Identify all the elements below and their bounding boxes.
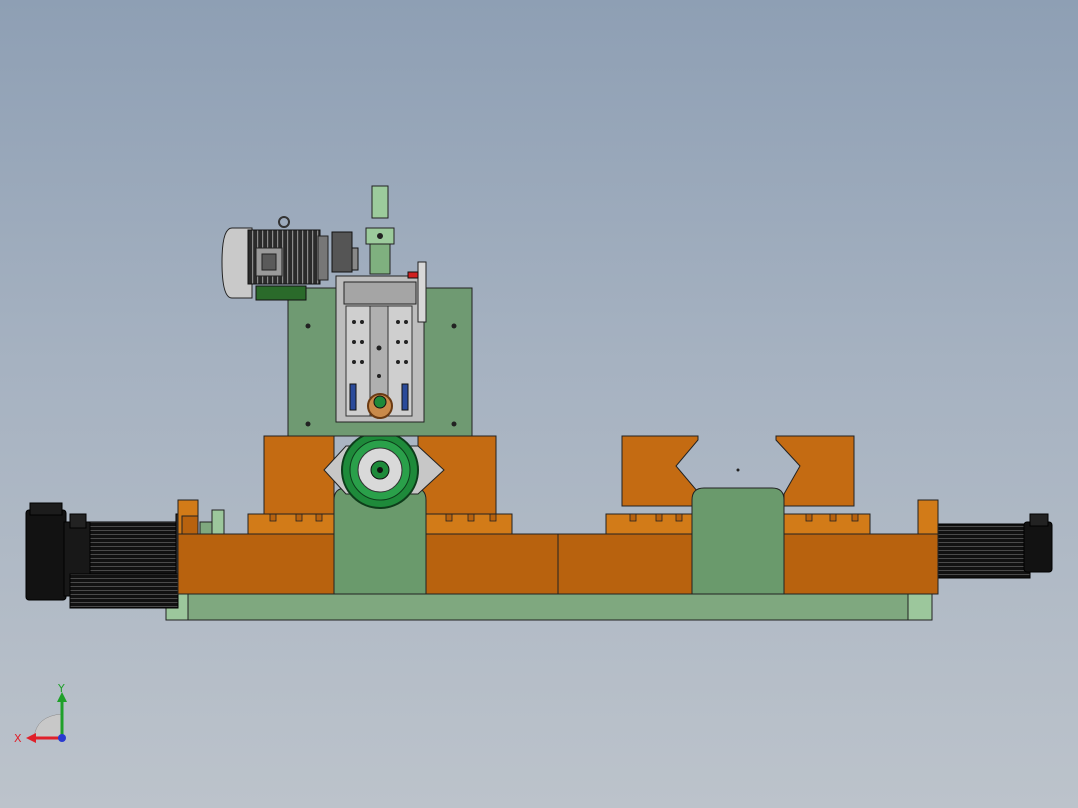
axis-triad: Y X: [14, 682, 76, 746]
x-axis-label: X: [14, 732, 22, 745]
y-axis-label: Y: [58, 682, 65, 695]
left-servo-motor: [25, 502, 183, 609]
spindle-column: [365, 185, 395, 275]
triad-graphic: [26, 692, 67, 743]
cad-viewport[interactable]: Y X: [0, 0, 1078, 808]
machine-assembly-drawing: [25, 185, 1053, 621]
right-servo-motor: [937, 513, 1053, 579]
z-axis-dot: [58, 734, 66, 742]
linear-slide-assembly: [335, 261, 427, 423]
base-plate: [165, 593, 933, 621]
